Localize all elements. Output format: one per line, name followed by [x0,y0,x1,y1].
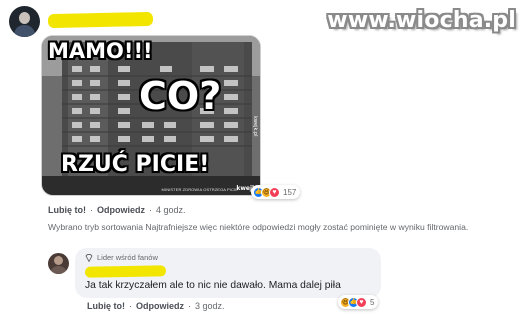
reply-link[interactable]: Odpowiedz [136,301,184,311]
meme-caption-middle: CO? [139,74,222,118]
avatar-torso [50,266,67,274]
meme-footer-text: MINISTER ZDROWIA OSTRZEGA PICIE [161,187,238,192]
commenter-avatar[interactable] [9,6,40,37]
love-icon: ♥ [269,186,280,198]
avatar-head [19,12,30,24]
top-fan-badge[interactable]: Lider wśród fanów [85,253,158,262]
meme-caption-top: MAMO!!! [48,39,153,63]
badge-label: Lider wśród fanów [97,253,158,262]
post-reactions[interactable]: 👍 😆 ♥ 157 [251,185,301,199]
love-icon: ♥ [356,296,367,308]
avatar-head [54,256,63,265]
meme-image[interactable]: MAMO!!! CO? RZUĆ PICIE! MINISTER ZDROWIA… [41,35,261,196]
redacted-commenter-name[interactable] [47,11,154,29]
timestamp[interactable]: 4 godz. [156,205,186,215]
timestamp[interactable]: 3 godz. [195,301,225,311]
like-link[interactable]: Lubię to! [87,301,125,311]
comment-actions: Lubię to! · Odpowiedz · 4 godz. [48,205,186,215]
reply-actions: Lubię to! · Odpowiedz · 3 godz. [87,301,225,311]
reaction-count: 5 [370,297,375,307]
diamond-icon [85,253,93,262]
reply-reactions[interactable]: 😆 👍 ♥ 5 [338,295,379,309]
avatar-torso [14,25,35,37]
reply-avatar[interactable] [48,253,69,274]
filter-notice: Wybrano tryb sortowania Najtrafniejsze w… [48,222,469,232]
reaction-count: 157 [283,187,297,197]
meme-caption-bottom: RZUĆ PICIE! [61,152,210,177]
site-watermark: www.wiocha.pl [327,8,516,33]
like-link[interactable]: Lubię to! [48,205,86,215]
redacted-reply-author-name[interactable] [84,265,167,278]
kwejk-side-logo: kwejk.pl [252,116,258,137]
reply-text: Ja tak krzyczałem ale to nic nie dawało.… [85,280,341,291]
reply-link[interactable]: Odpowiedz [97,205,145,215]
